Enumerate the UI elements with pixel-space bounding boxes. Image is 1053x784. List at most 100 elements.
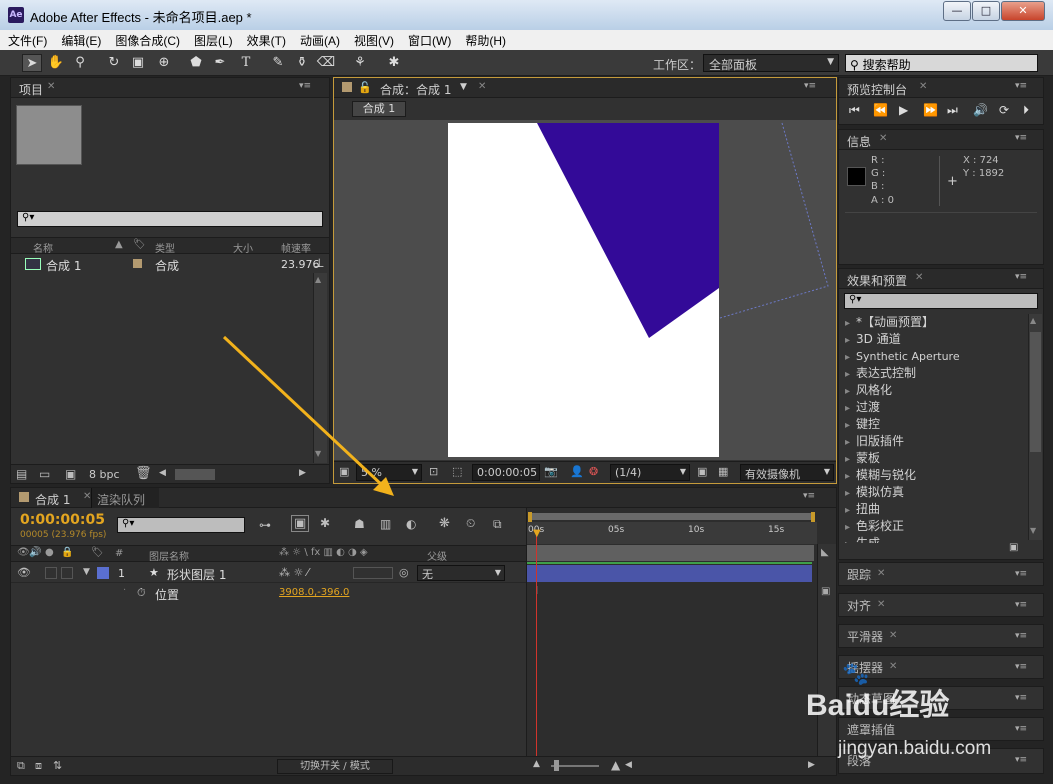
stopwatch-icon[interactable]: ⏱ — [137, 586, 146, 600]
pan-behind-tool-icon[interactable]: ⊕ — [154, 54, 174, 72]
shy-layers-icon[interactable]: ☗ — [354, 517, 365, 531]
lock-icon[interactable]: 🔓 — [358, 81, 372, 94]
scroll-right-icon[interactable]: ▶ — [299, 468, 306, 478]
in-out-toggle-icon[interactable]: ⇅ — [53, 759, 62, 772]
tab-align[interactable]: 对齐 — [847, 597, 871, 614]
effects-search-input[interactable]: ⚲▾ — [844, 293, 1038, 309]
list-item[interactable]: 扭曲 — [845, 501, 1027, 518]
timeline-graph[interactable]: 00s 05s 10s 15s I ▼ ◣ ▣ — [526, 508, 836, 756]
brainstorm-icon[interactable]: ❋ — [439, 516, 450, 531]
menu-help[interactable]: 帮助(H) — [457, 30, 512, 49]
scroll-down-icon[interactable]: ▼ — [1030, 526, 1036, 535]
menu-view[interactable]: 视图(V) — [346, 30, 400, 49]
frame-blending-icon[interactable]: ▥ — [380, 517, 391, 531]
scroll-down-icon[interactable]: ▼ — [315, 449, 321, 458]
new-folder-icon[interactable]: ▭ — [39, 467, 50, 481]
snapshot-icon[interactable]: 📷 — [544, 465, 558, 478]
list-item[interactable]: 3D 通道 — [845, 331, 1027, 348]
puppet-tool-icon[interactable]: ✱ — [384, 54, 404, 72]
tab-motion-sketch[interactable]: 动态草图 — [847, 690, 895, 707]
camera-tool-icon[interactable]: ▣ — [128, 54, 148, 72]
tab-info[interactable]: 信息 — [847, 133, 871, 150]
zoom-slider-thumb[interactable] — [554, 760, 559, 771]
lock-toggle[interactable] — [61, 567, 73, 579]
time-ruler[interactable]: 00s 05s 10s 15s — [527, 522, 817, 544]
last-frame-icon[interactable]: ⏭ — [947, 103, 958, 118]
panel-menu-icon[interactable]: ▾≡ — [1015, 724, 1027, 734]
auto-keyframe-icon[interactable]: ⏲ — [466, 516, 475, 531]
menu-layer[interactable]: 图层(L) — [186, 30, 239, 49]
work-area-bar[interactable] — [530, 513, 814, 520]
tab-composition[interactable]: 合成：合成 1 — [380, 81, 451, 98]
scroll-right-icon[interactable]: ▶ — [808, 760, 815, 770]
list-item[interactable]: 色彩校正 — [845, 518, 1027, 535]
layer-mode-boxes[interactable] — [353, 567, 393, 579]
list-item[interactable]: 风格化 — [845, 382, 1027, 399]
viewer-area[interactable] — [334, 120, 836, 460]
text-tool-icon[interactable]: T — [236, 54, 256, 72]
channels-icon[interactable]: ❂ — [589, 465, 598, 478]
hand-tool-icon[interactable]: ✋ — [46, 54, 66, 72]
cti-head-icon[interactable]: ▼ — [533, 528, 541, 539]
close-icon[interactable]: ✕ — [47, 81, 55, 92]
work-area-start-handle[interactable] — [528, 512, 532, 522]
layer-name[interactable]: 形状图层 1 — [167, 566, 226, 583]
menu-edit[interactable]: 编辑(E) — [53, 30, 107, 49]
tab-wiggler[interactable]: 摇摆器 — [847, 659, 883, 676]
menu-file[interactable]: 文件(F) — [0, 30, 53, 49]
scroll-up-icon[interactable]: ▲ — [315, 275, 321, 284]
tab-preview[interactable]: 预览控制台 — [847, 81, 907, 98]
list-item[interactable]: 表达式控制 — [845, 365, 1027, 382]
tab-project[interactable]: 项目 — [19, 81, 43, 98]
maximize-button[interactable]: □ — [972, 1, 1000, 21]
tab-render-queue[interactable]: 渲染队列 — [97, 491, 145, 508]
tab-smoother[interactable]: 平滑器 — [847, 628, 883, 645]
live-update-icon[interactable]: ▣ — [291, 515, 310, 532]
work-area-end-handle[interactable] — [811, 512, 815, 522]
panel-menu-icon[interactable]: ▾≡ — [1015, 600, 1027, 610]
expand-chevron-icon[interactable]: ▼ — [83, 567, 90, 577]
comp-button-icon[interactable]: ▣ — [821, 586, 830, 597]
rotate-tool-icon[interactable]: ↻ — [104, 54, 124, 72]
col-fps[interactable]: 帧速率 — [281, 240, 311, 255]
trash-icon[interactable]: 🗑 — [135, 466, 152, 481]
first-frame-icon[interactable]: ⏮ — [849, 103, 860, 118]
viewer-timecode[interactable]: 0:00:00:05 — [472, 464, 540, 481]
col-size[interactable]: 大小 — [233, 240, 253, 255]
project-hscroll-thumb[interactable] — [175, 469, 215, 480]
close-icon[interactable]: ✕ — [889, 630, 897, 641]
close-icon[interactable]: ✕ — [877, 599, 885, 610]
brush-tool-icon[interactable]: ✎ — [268, 54, 288, 72]
zoom-tool-icon[interactable]: ⚲ — [70, 54, 90, 72]
roto-brush-tool-icon[interactable]: ⚘ — [350, 54, 370, 72]
region-of-interest-icon[interactable]: ▣ — [697, 465, 707, 478]
lock-icon[interactable]: 🔒 — [61, 547, 73, 558]
effects-scrollbar[interactable]: ▲ ▼ — [1028, 314, 1042, 540]
panel-menu-icon[interactable]: ▾≡ — [1015, 272, 1027, 282]
panel-menu-icon[interactable]: ▾≡ — [1015, 569, 1027, 579]
solo-icon[interactable]: ● — [45, 547, 54, 558]
parent-select[interactable]: 无 ▼ — [417, 565, 505, 581]
zoom-out-icon[interactable]: ▲ — [533, 759, 540, 769]
panel-menu-icon[interactable]: ▾≡ — [1015, 133, 1027, 143]
menu-animation[interactable]: 动画(A) — [292, 30, 346, 49]
tab-tracker[interactable]: 跟踪 — [847, 566, 871, 583]
close-icon[interactable]: ✕ — [879, 133, 887, 144]
close-icon[interactable]: ✕ — [478, 81, 486, 92]
resolution-select[interactable]: (1/4) ▼ — [610, 464, 690, 481]
panel-menu-icon[interactable]: ▾≡ — [299, 81, 311, 91]
panel-menu-icon[interactable]: ▾≡ — [804, 81, 816, 91]
timeline-search-input[interactable]: ⚲▾ — [117, 517, 245, 533]
loop-icon[interactable]: ⟳ — [999, 103, 1009, 117]
list-item[interactable]: 模糊与锐化 — [845, 467, 1027, 484]
flowchart-icon[interactable]: ⊥ — [314, 256, 324, 270]
layer-switches-toggle-icon[interactable]: ⧉ — [17, 759, 25, 773]
toggle-switches-modes-button[interactable]: 切换开关 / 模式 — [277, 759, 393, 774]
project-item-row[interactable]: 合成 1 合成 23.976 ⊥ — [11, 255, 329, 273]
panel-menu-icon[interactable]: ▾≡ — [803, 491, 815, 501]
ram-preview-icon[interactable]: ⏵ — [1023, 103, 1029, 118]
scroll-left-icon[interactable]: ◀ — [625, 760, 632, 770]
comp-breadcrumb[interactable]: 合成 1 — [352, 101, 406, 117]
scroll-thumb[interactable] — [1030, 332, 1041, 452]
menu-effect[interactable]: 效果(T) — [239, 30, 292, 49]
